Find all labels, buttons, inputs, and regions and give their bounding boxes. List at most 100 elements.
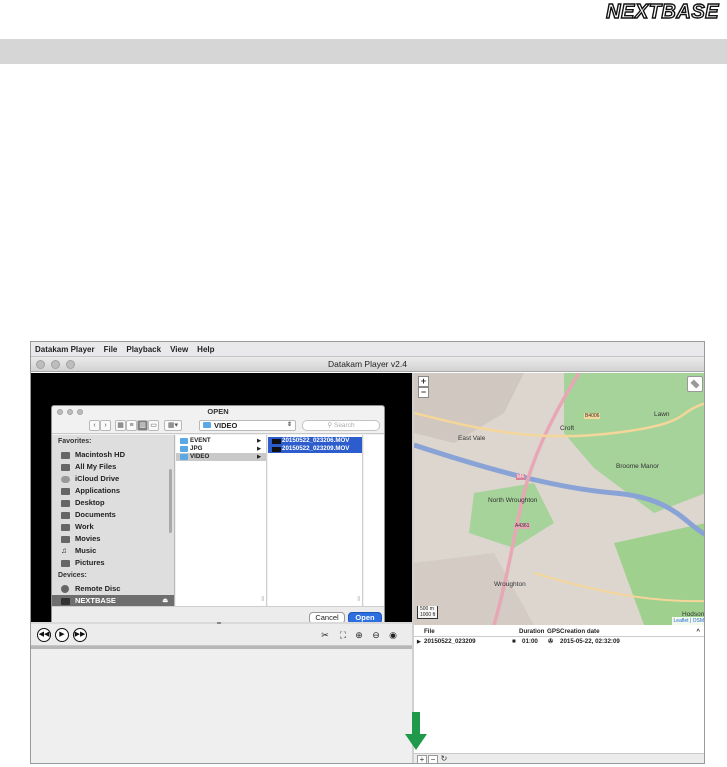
forward-button[interactable]: ›: [100, 420, 111, 431]
road-shield: B4006: [584, 413, 601, 419]
column-file[interactable]: File: [424, 626, 435, 637]
folder-icon: [203, 422, 211, 428]
datakam-player-window: Datakam Player File Playback View Help D…: [30, 341, 705, 764]
dialog-sidebar: Favorites: Macintosh HD All My Files iCl…: [52, 435, 175, 607]
sidebar-item-all-my-files[interactable]: All My Files: [58, 461, 168, 473]
folder-path-select[interactable]: VIDEO ⇕: [199, 420, 296, 431]
column-gps[interactable]: GPS: [547, 626, 560, 637]
documents-icon: [61, 512, 70, 519]
dialog-title: OPEN: [207, 407, 229, 416]
map-zoom-in-button[interactable]: +: [418, 376, 429, 387]
preview-column: [364, 435, 384, 606]
map-view[interactable]: + − East Vale Broome Manor North Wrought…: [414, 373, 704, 625]
zoom-in-icon[interactable]: ⊕: [353, 629, 365, 641]
cover-flow-button[interactable]: ▭: [148, 420, 159, 431]
fullscreen-icon[interactable]: ⛶: [337, 629, 349, 641]
sidebar-item-documents[interactable]: Documents: [58, 509, 168, 521]
drive-icon: [61, 598, 70, 605]
cut-icon[interactable]: ✂: [319, 629, 331, 641]
cloud-icon: [61, 476, 70, 483]
gps-satellite-icon: ✇: [548, 638, 554, 645]
menu-app[interactable]: Datakam Player: [35, 345, 95, 354]
dialog-toolbar: ‹ › ▦ ≡ ▥ ▭ ▦▾ VIDEO ⇕ ⚲ Search: [52, 418, 384, 434]
folder-column: EVENT ▶ JPG ▶ VIDEO ▶ ||: [176, 435, 267, 606]
back-button[interactable]: ‹: [89, 420, 100, 431]
map-zoom-out-button[interactable]: −: [418, 387, 429, 398]
menu-bar: Datakam Player File Playback View Help: [31, 342, 704, 357]
column-resize-handle[interactable]: ||: [261, 596, 264, 602]
sidebar-item-applications[interactable]: Applications: [58, 485, 168, 497]
sidebar-item-movies[interactable]: Movies: [58, 533, 168, 545]
sidebar-item-macintosh-hd[interactable]: Macintosh HD: [58, 449, 168, 461]
search-field[interactable]: ⚲ Search: [302, 420, 380, 431]
folder-icon: [180, 446, 188, 452]
icon-view-button[interactable]: ▦: [115, 420, 126, 431]
map-attribution[interactable]: Leaflet | OSM: [671, 617, 704, 625]
table-row[interactable]: ▶ 20150522_023209 ■ 01:00 ✇ 2015-05-22, …: [414, 637, 704, 647]
sidebar-item-music[interactable]: ♫ Music: [58, 545, 168, 557]
file-row[interactable]: 20150522_023206.MOV: [268, 437, 362, 445]
section-header-bar: [0, 39, 727, 64]
folder-row-jpg[interactable]: JPG ▶: [176, 445, 266, 453]
sidebar-item-desktop[interactable]: Desktop: [58, 497, 168, 509]
camera-icon[interactable]: ◉: [387, 629, 399, 641]
file-duration: 01:00: [522, 638, 538, 645]
file-row[interactable]: 20150522_023209.MOV: [268, 445, 362, 453]
video-area: OPEN ‹ › ▦ ≡ ▥ ▭ ▦▾ VIDEO ⇕ ⚲ Search Fav…: [31, 373, 412, 626]
add-file-button[interactable]: +: [417, 755, 427, 763]
sidebar-item-remote-disc[interactable]: Remote Disc: [58, 583, 168, 595]
column-view-button[interactable]: ▥: [137, 420, 148, 431]
list-view-button[interactable]: ≡: [126, 420, 137, 431]
fast-forward-button[interactable]: ▶▶: [73, 628, 87, 642]
favorites-heading: Favorites:: [58, 438, 92, 445]
disc-icon: [61, 585, 69, 593]
file-name: 20150522_023209: [424, 638, 476, 645]
file-list-panel: File Duration GPS Creation date ^ ▶ 2015…: [414, 626, 704, 763]
folder-row-event[interactable]: EVENT ▶: [176, 437, 266, 445]
open-dialog: OPEN ‹ › ▦ ≡ ▥ ▭ ▦▾ VIDEO ⇕ ⚲ Search Fav…: [51, 405, 385, 626]
rewind-button[interactable]: ◀◀: [37, 628, 51, 642]
column-resize-handle[interactable]: ||: [357, 596, 360, 602]
window-title-bar: Datakam Player v2.4: [31, 357, 704, 372]
zoom-out-icon[interactable]: ⊖: [370, 629, 382, 641]
expand-arrow-icon[interactable]: ▶: [417, 637, 421, 647]
file-list-toolbar: + − ↻: [414, 753, 704, 763]
callout-arrow-icon: [405, 712, 427, 750]
chevron-up-icon[interactable]: ^: [696, 626, 700, 637]
refresh-icon[interactable]: ↻: [439, 755, 449, 763]
column-duration[interactable]: Duration: [519, 626, 544, 637]
file-created: 2015-05-22, 02:32:09: [560, 638, 620, 645]
video-icon: ■: [512, 638, 516, 645]
files-icon: [61, 464, 70, 471]
folder-icon: [180, 438, 188, 444]
play-button[interactable]: ▶: [55, 628, 69, 642]
devices-heading: Devices:: [58, 572, 87, 579]
arrange-button[interactable]: ▦▾: [164, 420, 182, 431]
file-column: 20150522_023206.MOV 20150522_023209.MOV …: [268, 435, 363, 606]
folder-row-video[interactable]: VIDEO ▶: [176, 453, 266, 461]
sidebar-item-icloud-drive[interactable]: iCloud Drive: [58, 473, 168, 485]
file-list-header: File Duration GPS Creation date ^: [414, 626, 704, 637]
folder-icon: [180, 454, 188, 460]
map-label: North Wroughton: [488, 497, 538, 504]
applications-icon: [61, 488, 70, 495]
folder-icon: [61, 524, 70, 531]
sidebar-item-pictures[interactable]: Pictures: [58, 557, 168, 569]
nextbase-logo: NEXTBASE: [605, 0, 719, 23]
menu-help[interactable]: Help: [197, 345, 214, 354]
map-label: Broome Manor: [616, 463, 659, 470]
road-shield: A4361: [514, 523, 531, 529]
map-label: Croft: [560, 425, 575, 432]
layers-icon[interactable]: [687, 376, 703, 392]
map-scale: 500 m 1000 ft: [417, 606, 439, 619]
column-creation-date[interactable]: Creation date: [560, 626, 600, 637]
menu-view[interactable]: View: [170, 345, 188, 354]
menu-file[interactable]: File: [104, 345, 118, 354]
search-icon: ⚲: [327, 422, 334, 429]
sidebar-scrollbar[interactable]: [169, 469, 172, 533]
menu-playback[interactable]: Playback: [126, 345, 161, 354]
video-file-icon: [272, 447, 281, 452]
sidebar-item-work[interactable]: Work: [58, 521, 168, 533]
remove-file-button[interactable]: −: [428, 755, 438, 763]
movies-icon: [61, 536, 70, 543]
